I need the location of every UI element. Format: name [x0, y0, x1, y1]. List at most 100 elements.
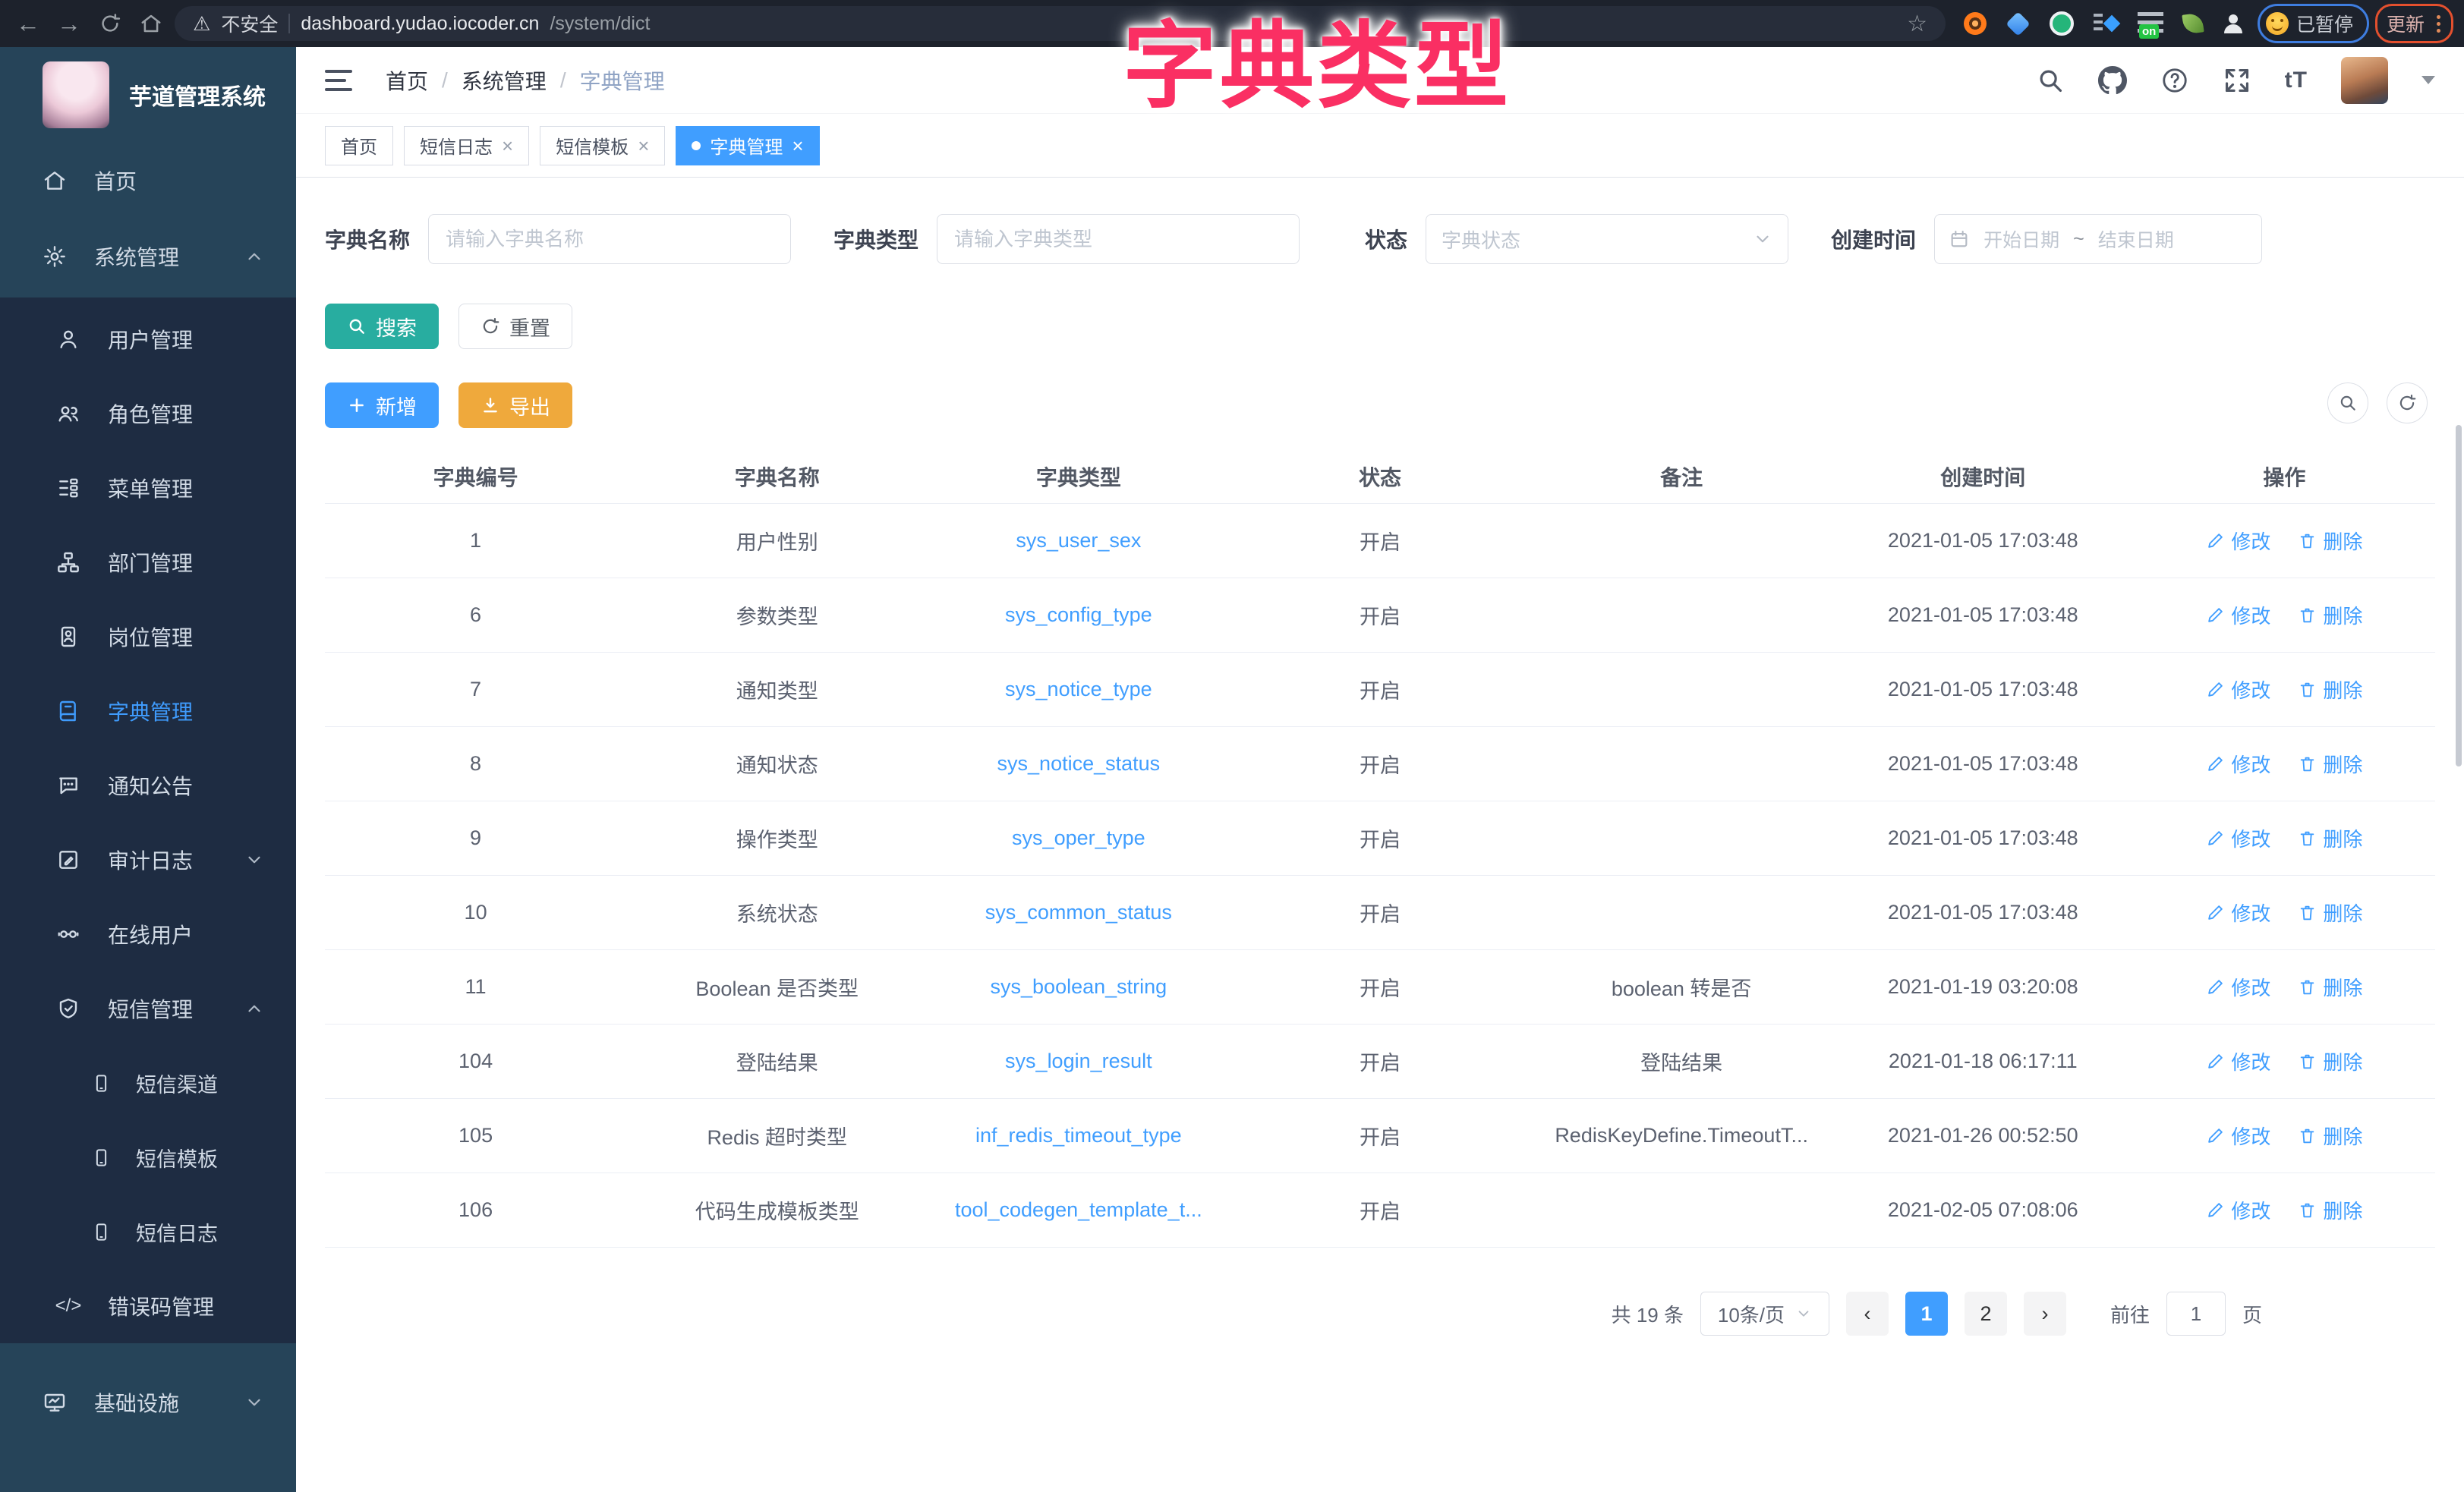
sidebar-item-role-mgmt[interactable]: 角色管理 — [0, 376, 296, 451]
extension-orange-icon[interactable] — [1964, 12, 1987, 35]
dict-type-link[interactable]: inf_redis_timeout_type — [928, 1124, 1229, 1147]
delete-link[interactable]: 删除 — [2298, 1196, 2362, 1224]
edit-link[interactable]: 修改 — [2206, 824, 2270, 852]
dict-type-link[interactable]: sys_boolean_string — [928, 975, 1229, 999]
breadcrumb-home[interactable]: 首页 — [386, 65, 428, 96]
sidebar-item-sms-mgmt[interactable]: 短信管理 — [0, 971, 296, 1046]
extension-green-icon[interactable] — [2050, 11, 2074, 36]
extension-grid-icon[interactable] — [2094, 14, 2118, 33]
page-button-2[interactable]: 2 — [1965, 1292, 2007, 1336]
edit-link[interactable]: 修改 — [2206, 527, 2270, 555]
dict-type-link[interactable]: sys_config_type — [928, 603, 1229, 627]
dict-type-input[interactable] — [937, 214, 1300, 264]
close-icon[interactable]: × — [792, 136, 803, 156]
sidebar-collapse-button[interactable] — [325, 70, 352, 91]
dict-type-link[interactable]: sys_notice_type — [928, 678, 1229, 701]
tab-sms-log[interactable]: 短信日志 × — [404, 126, 529, 165]
update-chip[interactable]: 更新 — [2375, 4, 2453, 43]
edit-link[interactable]: 修改 — [2206, 1047, 2270, 1075]
extension-person-icon[interactable] — [2223, 13, 2244, 34]
status-select[interactable]: 字典状态 — [1426, 214, 1788, 264]
sidebar-item-home[interactable]: 首页 — [0, 143, 296, 219]
extension-list-icon[interactable]: on — [2138, 12, 2163, 35]
tab-dict-mgmt[interactable]: 字典管理 × — [676, 126, 819, 165]
reset-button[interactable]: 重置 — [458, 304, 572, 349]
sidebar-item-infrastructure[interactable]: 基础设施 — [0, 1365, 296, 1440]
edit-link[interactable]: 修改 — [2206, 675, 2270, 704]
add-button[interactable]: 新增 — [325, 382, 439, 428]
page-button-1[interactable]: 1 — [1905, 1292, 1948, 1336]
edit-link[interactable]: 修改 — [2206, 1122, 2270, 1150]
edit-link[interactable]: 修改 — [2206, 899, 2270, 927]
font-size-icon[interactable]: tT — [2285, 68, 2308, 93]
browser-menu-icon[interactable] — [2435, 14, 2442, 34]
browser-back-button[interactable]: ← — [11, 6, 46, 41]
bookmark-star-icon[interactable]: ☆ — [1907, 11, 1927, 37]
address-bar[interactable]: ⚠ 不安全 dashboard.yudao.iocoder.cn/system/… — [175, 6, 1946, 41]
dict-type-link[interactable]: sys_user_sex — [928, 529, 1229, 552]
export-button[interactable]: 导出 — [458, 382, 572, 428]
next-page-button[interactable]: › — [2024, 1292, 2066, 1336]
edit-link[interactable]: 修改 — [2206, 601, 2270, 629]
delete-link[interactable]: 删除 — [2298, 527, 2362, 555]
search-icon[interactable] — [2036, 66, 2065, 95]
sidebar-item-sms-template[interactable]: 短信模板 — [0, 1120, 296, 1195]
cell-time: 2021-01-05 17:03:48 — [1832, 752, 2134, 776]
dict-name-input[interactable] — [428, 214, 791, 264]
sidebar-item-sms-channel[interactable]: 短信渠道 — [0, 1046, 296, 1120]
tab-home[interactable]: 首页 — [325, 126, 393, 165]
delete-link[interactable]: 删除 — [2298, 973, 2362, 1001]
dict-type-link[interactable]: sys_common_status — [928, 901, 1229, 924]
sidebar-item-user-mgmt[interactable]: 用户管理 — [0, 302, 296, 376]
pencil-icon — [2206, 531, 2225, 550]
edit-link[interactable]: 修改 — [2206, 973, 2270, 1001]
dict-type-link[interactable]: tool_codegen_template_t... — [928, 1198, 1229, 1222]
close-icon[interactable]: × — [502, 136, 513, 156]
help-icon[interactable] — [2160, 66, 2189, 95]
delete-link[interactable]: 删除 — [2298, 1047, 2362, 1075]
extension-gem-icon[interactable] — [2006, 11, 2031, 36]
refresh-table-button[interactable] — [2387, 382, 2428, 423]
delete-link[interactable]: 删除 — [2298, 675, 2362, 704]
page-scrollbar[interactable] — [2456, 425, 2462, 766]
dict-type-link[interactable]: sys_notice_status — [928, 752, 1229, 776]
sidebar-item-dict-mgmt[interactable]: 字典管理 — [0, 674, 296, 748]
tab-sms-template[interactable]: 短信模板 × — [540, 126, 665, 165]
dict-type-link[interactable]: sys_oper_type — [928, 826, 1229, 850]
page-size-select[interactable]: 10条/页 — [1700, 1292, 1829, 1336]
dict-type-link[interactable]: sys_login_result — [928, 1050, 1229, 1073]
delete-link[interactable]: 删除 — [2298, 824, 2362, 852]
sidebar-item-sms-log[interactable]: 短信日志 — [0, 1195, 296, 1269]
delete-link[interactable]: 删除 — [2298, 899, 2362, 927]
avatar-dropdown-caret[interactable] — [2421, 76, 2435, 84]
prev-page-button[interactable]: ‹ — [1846, 1292, 1889, 1336]
sidebar-item-post-mgmt[interactable]: 岗位管理 — [0, 600, 296, 674]
breadcrumb-system-mgmt[interactable]: 系统管理 — [462, 65, 547, 96]
sidebar-item-notice[interactable]: 通知公告 — [0, 748, 296, 823]
app-logo-row[interactable]: 芋道管理系统 — [0, 47, 296, 143]
github-icon[interactable] — [2098, 66, 2127, 95]
edit-link[interactable]: 修改 — [2206, 1196, 2270, 1224]
user-avatar[interactable] — [2341, 57, 2388, 104]
sidebar-item-dept-mgmt[interactable]: 部门管理 — [0, 525, 296, 600]
delete-link[interactable]: 删除 — [2298, 750, 2362, 778]
toggle-search-button[interactable] — [2327, 382, 2368, 423]
browser-reload-button[interactable] — [93, 6, 128, 41]
close-icon[interactable]: × — [638, 136, 649, 156]
delete-link[interactable]: 删除 — [2298, 601, 2362, 629]
fullscreen-icon[interactable] — [2223, 66, 2251, 95]
sidebar-item-audit-log[interactable]: 审计日志 — [0, 823, 296, 897]
browser-forward-button[interactable]: → — [52, 6, 87, 41]
sidebar-item-error-code[interactable]: </> 错误码管理 — [0, 1269, 296, 1343]
sidebar-item-menu-mgmt[interactable]: 菜单管理 — [0, 451, 296, 525]
browser-home-button[interactable] — [134, 6, 169, 41]
search-button[interactable]: 搜索 — [325, 304, 439, 349]
goto-page-input[interactable] — [2166, 1292, 2226, 1336]
extension-leaf-icon[interactable] — [2182, 12, 2204, 34]
sidebar-item-system-mgmt[interactable]: 系统管理 — [0, 219, 296, 294]
edit-link[interactable]: 修改 — [2206, 750, 2270, 778]
sidebar-item-online-users[interactable]: 在线用户 — [0, 897, 296, 971]
delete-link[interactable]: 删除 — [2298, 1122, 2362, 1150]
date-range-picker[interactable]: 开始日期 ~ 结束日期 — [1934, 214, 2262, 264]
paused-chip[interactable]: 已暂停 — [2258, 4, 2369, 43]
